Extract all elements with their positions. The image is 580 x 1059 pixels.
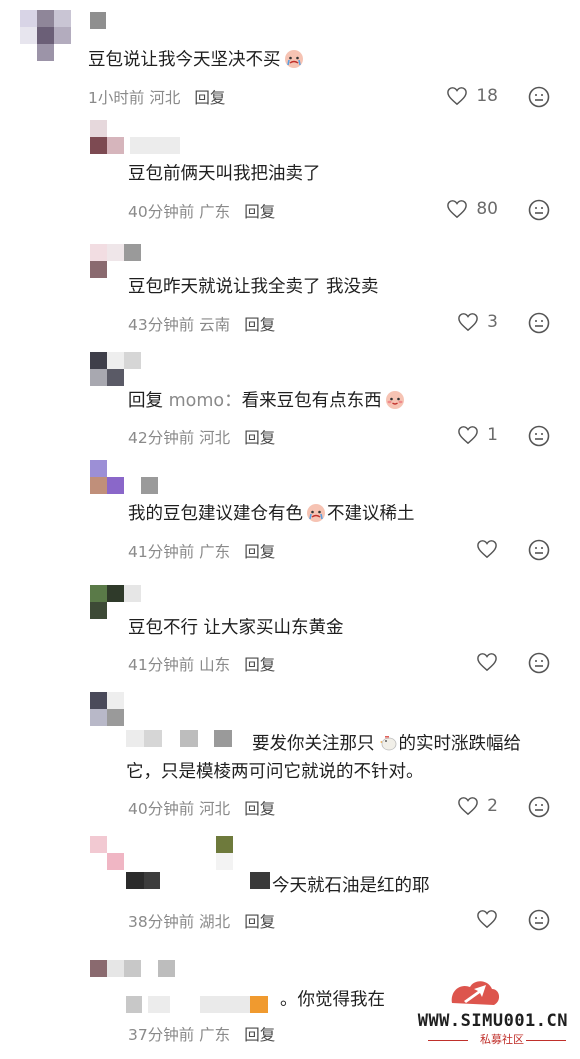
reply-button[interactable]: 回复 xyxy=(194,89,225,107)
reply-button[interactable]: 回复 xyxy=(244,316,275,334)
avatar[interactable] xyxy=(90,836,240,872)
emoji-reaction-icon[interactable] xyxy=(528,909,550,931)
like-button[interactable] xyxy=(476,909,498,929)
comment-text: 。你觉得我在 xyxy=(280,990,385,1010)
reply-button[interactable]: 回复 xyxy=(244,656,275,674)
avatar[interactable] xyxy=(90,960,180,982)
watermark-site: WWW.SIMU001.CN xyxy=(417,1011,568,1031)
comment-text: 豆包前俩天叫我把油卖了 xyxy=(128,164,321,184)
reply-button[interactable]: 回复 xyxy=(244,800,275,818)
comment-text: 豆包昨天就说让我全卖了 我没卖 xyxy=(128,277,379,297)
heart-icon xyxy=(447,200,468,219)
emoji-reaction-icon[interactable] xyxy=(528,425,550,447)
like-button[interactable]: 80 xyxy=(446,199,498,219)
reply-button[interactable]: 回复 xyxy=(244,429,275,447)
comment-meta: 38分钟前 湖北 回复 xyxy=(128,913,276,931)
comment-text: 今天就石油是红的耶 xyxy=(272,876,430,896)
comment-meta: 41分钟前 山东 回复 xyxy=(128,656,276,674)
avatar[interactable] xyxy=(90,460,162,496)
user-name-mask[interactable] xyxy=(126,996,278,1013)
comment-meta: 40分钟前 河北 回复 xyxy=(128,800,276,818)
crying-face-icon xyxy=(305,502,327,522)
like-count: 3 xyxy=(487,312,498,332)
avatar[interactable] xyxy=(90,120,126,156)
mention-username[interactable]: momo： xyxy=(169,391,242,411)
emoji-reaction-icon[interactable] xyxy=(528,652,550,674)
heart-icon xyxy=(458,426,478,445)
emoji-reaction-icon[interactable] xyxy=(528,796,550,818)
comment-meta: 37分钟前 广东 回复 xyxy=(128,1026,276,1044)
like-count: 2 xyxy=(487,796,498,816)
reply-button[interactable]: 回复 xyxy=(244,1026,275,1044)
emoji-reaction-icon[interactable] xyxy=(528,199,550,221)
comment-meta: 43分钟前 云南 回复 xyxy=(128,316,276,334)
heart-icon xyxy=(477,653,497,672)
comment-meta: 42分钟前 河北 回复 xyxy=(128,429,276,447)
like-button[interactable]: 2 xyxy=(457,796,498,816)
watermark-subtitle: 私募社区 xyxy=(480,1033,524,1046)
emoji-reaction-icon[interactable] xyxy=(528,539,550,561)
like-count: 18 xyxy=(476,86,498,106)
avatar[interactable] xyxy=(90,692,146,728)
like-count: 1 xyxy=(487,425,498,445)
comment-meta: 41分钟前 广东 回复 xyxy=(128,543,276,561)
like-button[interactable]: 18 xyxy=(446,86,498,106)
crying-face-icon xyxy=(283,48,305,68)
emoji-reaction-icon[interactable] xyxy=(528,312,550,334)
user-name-mask[interactable] xyxy=(126,872,270,889)
heart-icon xyxy=(477,910,497,929)
comment-meta: 1小时前 河北 回复 xyxy=(88,89,226,107)
comment-text: 豆包说让我今天坚决不买 xyxy=(88,46,305,74)
watermark-logo xyxy=(451,981,500,1005)
like-button[interactable]: 1 xyxy=(457,425,498,445)
heart-icon xyxy=(458,797,478,816)
user-name-mask[interactable] xyxy=(130,137,180,154)
avatar[interactable] xyxy=(90,352,146,388)
comment-text: 回复 momo：看来豆包有点东西 xyxy=(128,387,406,415)
reply-button[interactable]: 回复 xyxy=(244,203,275,221)
emoji-reaction-icon[interactable] xyxy=(528,86,550,108)
comment-text: 豆包不行 让大家买山东黄金 xyxy=(128,618,344,638)
like-button[interactable] xyxy=(476,652,498,672)
like-count: 80 xyxy=(476,199,498,219)
heart-icon xyxy=(458,313,478,332)
comment-text: 我的豆包建议建仓有色 不建议稀土 xyxy=(128,502,415,524)
avatar[interactable] xyxy=(20,10,72,66)
watermark: WWW.SIMU001.CN 私募社区 xyxy=(392,981,572,1053)
like-button[interactable] xyxy=(476,539,498,559)
like-button[interactable]: 3 xyxy=(457,312,498,332)
heart-icon xyxy=(477,540,497,559)
reply-button[interactable]: 回复 xyxy=(244,543,275,561)
rooster-icon xyxy=(377,732,399,752)
comment-meta: 40分钟前 广东 回复 xyxy=(128,203,276,221)
user-name-mask[interactable] xyxy=(90,12,106,29)
comment-text: 要发你关注那只 的实时涨跌幅给 它，只是模棱两可问它就说的不针对。 xyxy=(126,732,521,782)
blushing-face-icon xyxy=(384,389,406,409)
reply-button[interactable]: 回复 xyxy=(244,913,275,931)
heart-icon xyxy=(447,87,468,106)
